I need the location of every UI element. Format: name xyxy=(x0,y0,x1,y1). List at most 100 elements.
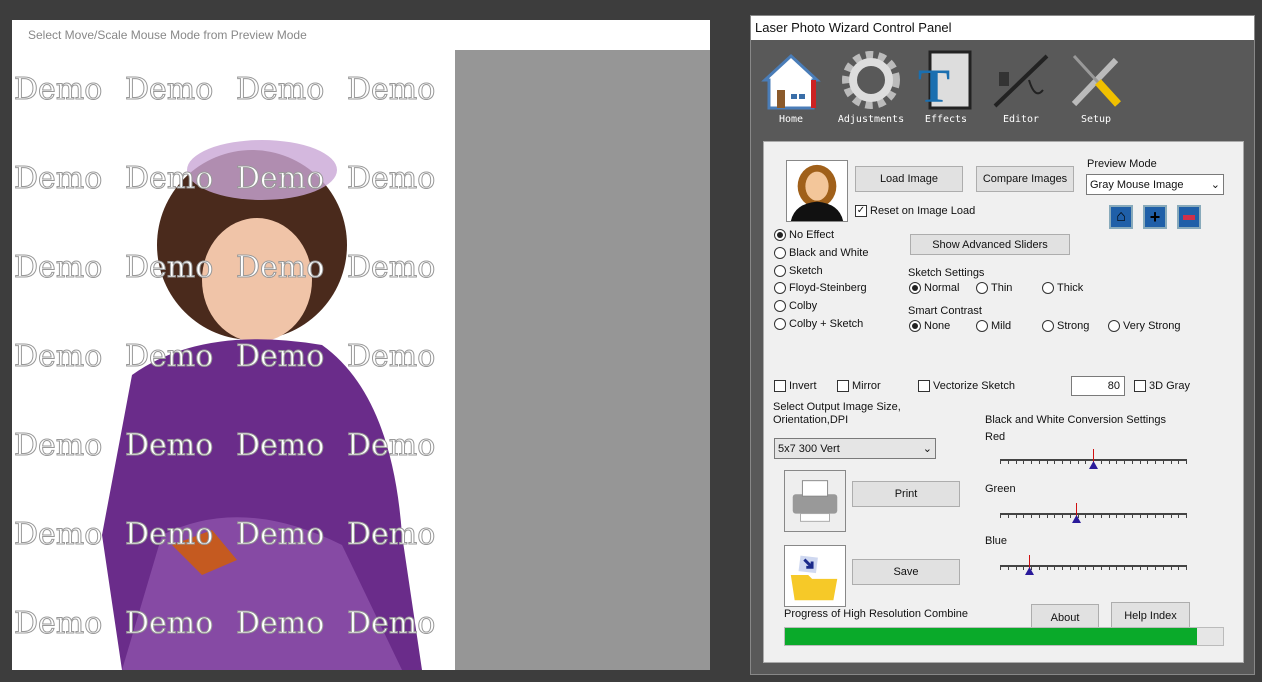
watermark-text: Demo xyxy=(235,606,325,642)
watermark-text: Demo xyxy=(13,72,103,108)
toolbar-label: Home xyxy=(778,114,804,125)
preview-canvas[interactable]: Select Move/Scale Mouse Mode from Previe… xyxy=(12,20,710,670)
progress-fill xyxy=(785,628,1197,645)
radio-floyd-steinberg[interactable]: Floyd-Steinberg xyxy=(774,282,867,295)
show-advanced-sliders-button[interactable]: Show Advanced Sliders xyxy=(910,234,1070,255)
watermark-text: Demo xyxy=(235,250,325,286)
radio-label: No Effect xyxy=(789,229,835,241)
radio-black-and-white[interactable]: Black and White xyxy=(774,246,869,259)
reset-on-load-checkbox[interactable]: ✓ Reset on Image Load xyxy=(855,205,975,217)
radio-circle xyxy=(976,320,988,332)
preview-mode-value: Gray Mouse Image xyxy=(1090,178,1184,191)
zoom-out-button[interactable] xyxy=(1177,205,1201,229)
slider-red[interactable] xyxy=(1000,449,1187,473)
radio-label: Colby xyxy=(789,300,818,313)
radio-label: Thick xyxy=(1057,282,1084,294)
radio-label: Strong xyxy=(1057,320,1090,332)
toolbar-label: Adjustments xyxy=(837,114,905,125)
checkmark-icon: ✓ xyxy=(855,205,867,217)
preview-mode-select[interactable]: Gray Mouse Image ⌄ xyxy=(1086,174,1224,195)
mirror-checkbox[interactable]: Mirror xyxy=(837,380,881,392)
vectorize-sketch-checkbox[interactable]: Vectorize Sketch xyxy=(918,380,1015,392)
radio-none[interactable]: None xyxy=(909,320,950,332)
radio-thick[interactable]: Thick xyxy=(1042,282,1083,294)
photo-image[interactable] xyxy=(62,115,452,670)
zoom-in-button[interactable]: + xyxy=(1143,205,1167,229)
radio-label: Black and White xyxy=(789,246,869,259)
radio-label: Colby + Sketch xyxy=(789,318,864,330)
progress-label: Progress of High Resolution Combine xyxy=(784,608,969,620)
radio-colby[interactable]: Colby xyxy=(774,300,818,313)
toolbar-editor[interactable]: Editor xyxy=(986,50,1056,125)
printer-icon[interactable] xyxy=(784,470,846,532)
value-input[interactable]: 80 xyxy=(1071,376,1125,396)
watermark-text: Demo xyxy=(235,72,325,108)
slider-green[interactable] xyxy=(1000,503,1187,527)
help-index-button[interactable]: Help Index xyxy=(1111,602,1190,629)
watermark-text: Demo xyxy=(13,250,103,286)
radio-no-effect[interactable]: No Effect xyxy=(774,229,834,241)
radio-normal[interactable]: Normal xyxy=(909,282,959,294)
watermark-text: Demo xyxy=(346,339,436,375)
preview-mode-label: Preview Mode xyxy=(1087,158,1157,170)
watermark-text: Demo xyxy=(13,517,103,553)
toolbar-effects[interactable]: T Effects xyxy=(911,50,981,125)
watermark-text: Demo xyxy=(346,72,436,108)
save-button[interactable]: Save xyxy=(852,559,960,585)
compare-images-button[interactable]: Compare Images xyxy=(976,166,1074,192)
radio-label: None xyxy=(924,320,951,332)
slider-label: Green xyxy=(985,483,1016,495)
watermark-text: Demo xyxy=(235,339,325,375)
watermark-text: Demo xyxy=(346,517,436,553)
radio-circle xyxy=(909,282,921,294)
watermark-text: Demo xyxy=(124,72,214,108)
house-icon xyxy=(761,53,821,110)
radio-circle xyxy=(1042,282,1054,294)
radio-mild[interactable]: Mild xyxy=(976,320,1011,332)
toolbar-adjustments[interactable]: Adjustments xyxy=(836,50,906,125)
output-size-select[interactable]: 5x7 300 Vert ⌄ xyxy=(774,438,936,459)
radio-label: Floyd-Steinberg xyxy=(789,282,867,295)
airbrush-icon xyxy=(993,54,1049,108)
radio-label: Mild xyxy=(991,320,1012,332)
save-folder-icon[interactable] xyxy=(784,545,846,607)
slider-thumb[interactable] xyxy=(1071,503,1081,523)
watermark-text: Demo xyxy=(346,161,436,197)
toolbar-home[interactable]: Home xyxy=(756,50,826,125)
radio-circle xyxy=(774,300,786,313)
radio-label: Normal xyxy=(924,282,960,294)
watermark-text: Demo xyxy=(124,606,214,642)
toolbar-label: Effects xyxy=(924,114,968,125)
radio-very-strong[interactable]: Very Strong xyxy=(1108,320,1180,332)
slider-thumb[interactable] xyxy=(1025,555,1035,575)
radio-circle xyxy=(774,229,786,241)
radio-strong[interactable]: Strong xyxy=(1042,320,1089,332)
radio-colby-sketch[interactable]: Colby + Sketch xyxy=(774,318,863,330)
invert-label: Invert xyxy=(789,380,817,392)
watermark-text: Demo xyxy=(13,606,103,642)
radio-circle xyxy=(774,246,786,259)
print-button[interactable]: Print xyxy=(852,481,960,507)
output-size-value: 5x7 300 Vert xyxy=(778,442,840,455)
3d-gray-checkbox[interactable]: 3D Gray xyxy=(1134,380,1190,392)
watermark-text: Demo xyxy=(124,428,214,464)
chevron-down-icon: ⌄ xyxy=(1210,179,1220,191)
load-image-button[interactable]: Load Image xyxy=(855,166,963,192)
watermark-text: Demo xyxy=(235,517,325,553)
tools-icon xyxy=(1071,54,1121,107)
slider-label: Red xyxy=(985,431,1006,443)
slider-blue[interactable] xyxy=(1000,555,1187,579)
watermark-text: Demo xyxy=(346,606,436,642)
progress-bar xyxy=(784,627,1224,646)
watermark-text: Demo xyxy=(13,339,103,375)
slider-thumb[interactable] xyxy=(1088,449,1098,469)
radio-circle xyxy=(774,318,786,330)
gray-background xyxy=(455,50,710,670)
toolbar-setup[interactable]: Setup xyxy=(1061,50,1131,125)
radio-sketch[interactable]: Sketch xyxy=(774,264,823,277)
reset-on-load-label: Reset on Image Load xyxy=(870,205,976,217)
watermark-text: Demo xyxy=(346,250,436,286)
home-zoom-button[interactable]: ⌂ xyxy=(1109,205,1133,229)
radio-thin[interactable]: Thin xyxy=(976,282,1012,294)
invert-checkbox[interactable]: Invert xyxy=(774,380,817,392)
